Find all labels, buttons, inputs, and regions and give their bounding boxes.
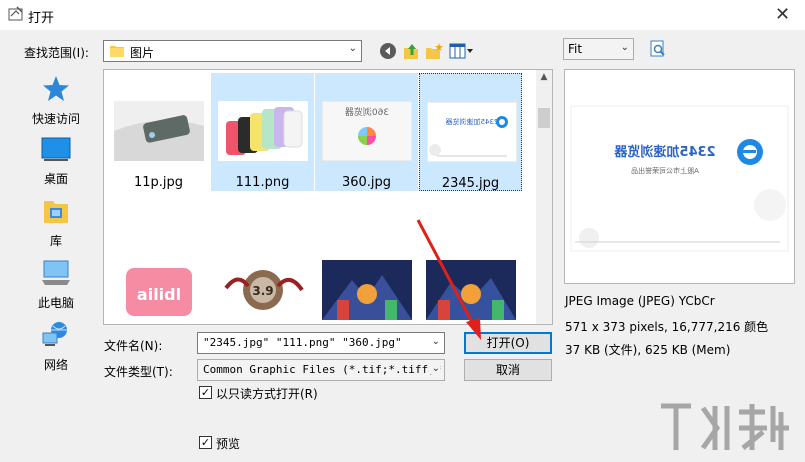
file-name: 111.png [235, 175, 290, 190]
up-folder-icon[interactable] [402, 42, 420, 60]
chevron-down-icon: ⌄ [620, 42, 629, 53]
desktop-icon [41, 137, 71, 161]
preview-checkbox[interactable]: ✓ [199, 436, 212, 449]
scrollbar-thumb[interactable] [538, 108, 550, 128]
file-name: 11p.jpg [133, 175, 184, 190]
filename-input[interactable]: "2345.jpg" "111.png" "360.jpg" ⌄ [197, 332, 445, 354]
file-thumbnail: 2345加速浏览器 [427, 102, 517, 162]
file-name: 360.jpg [341, 175, 392, 190]
preview-info-format: JPEG Image (JPEG) YCbCr [565, 294, 715, 308]
preview-image-text: 2345加速浏览器 [613, 144, 715, 160]
file-thumbnail: 3.9 [218, 260, 308, 320]
view-menu-icon[interactable] [449, 42, 475, 60]
file-thumbnail: 360浏览器 [322, 101, 412, 161]
window-title: 打开 [28, 11, 55, 26]
file-thumbnail: ailidl [114, 260, 204, 320]
title-bar: 打开 ✕ [0, 0, 805, 30]
new-folder-icon[interactable] [425, 42, 443, 60]
sidebar-item-label: 快速访问 [31, 112, 80, 126]
filetype-label: 文件类型(T): [104, 365, 173, 379]
star-icon [43, 76, 69, 101]
filetype-value: Common Graphic Files (*.tif;*.tiff;*. [203, 363, 445, 376]
filename-value: "2345.jpg" "111.png" "360.jpg" [203, 336, 402, 349]
places-sidebar: 快速访问 桌面 库 此电脑 网络 [18, 69, 94, 379]
lookin-combo[interactable]: 图片 ⌄ [103, 40, 362, 62]
preview-info-bytes: 37 KB (文件), 625 KB (Mem) [565, 343, 731, 357]
cancel-button[interactable]: 取消 [464, 359, 552, 381]
sidebar-item-label: 库 [49, 234, 62, 248]
file-thumbnail [218, 101, 308, 161]
file-list[interactable]: 11p.jpg 111.png 360浏览器 360.jpg 2345加速浏览器 [103, 69, 553, 325]
file-tile-6[interactable]: 3.9 [211, 248, 314, 324]
lookin-label: 查找范围(I): [24, 46, 89, 60]
folder-icon [110, 46, 124, 57]
thumb-r1-text: ailidl [137, 285, 181, 304]
file-list-scrollbar[interactable]: ▲ [536, 70, 552, 324]
thumb-2345-text: 2345加速浏览器 [446, 117, 499, 126]
close-button[interactable]: ✕ [760, 0, 805, 30]
filename-label: 文件名(N): [104, 339, 163, 353]
lookin-value: 图片 [130, 46, 155, 60]
chevron-down-icon[interactable]: ⌄ [429, 363, 440, 374]
file-thumbnail [322, 260, 412, 320]
file-tile-8[interactable] [419, 248, 522, 324]
open-button[interactable]: 打开(O) [464, 332, 552, 354]
sidebar-item-label: 网络 [43, 358, 68, 372]
chevron-down-icon[interactable]: ⌄ [432, 336, 440, 347]
scroll-up-icon[interactable]: ▲ [536, 72, 552, 82]
thumb-360-text: 360浏览器 [345, 106, 389, 118]
sidebar-item-quick-access[interactable]: 快速访问 [18, 75, 94, 127]
zoom-fit-select[interactable]: Fit ⌄ [563, 38, 634, 60]
filetype-select[interactable]: Common Graphic Files (*.tif;*.tiff;*. ⌄ [197, 359, 445, 381]
chevron-down-icon: ⌄ [348, 43, 357, 54]
sidebar-item-libraries[interactable]: 库 [18, 197, 94, 249]
open-folder-icon [8, 6, 23, 21]
file-tile-360[interactable]: 360浏览器 360.jpg [315, 73, 418, 191]
computer-icon [42, 260, 70, 285]
file-tile-2345[interactable]: 2345加速浏览器 2345.jpg [419, 73, 522, 191]
readonly-label: 以只读方式打开(R) [216, 387, 318, 401]
file-tile-11p[interactable]: 11p.jpg [107, 73, 210, 191]
preview-info-size: 571 x 373 pixels, 16,777,216 颜色 [565, 320, 769, 334]
network-icon [42, 322, 67, 346]
sidebar-item-this-pc[interactable]: 此电脑 [18, 259, 94, 311]
zoom-fit-value: Fit [568, 42, 583, 56]
file-tile-111[interactable]: 111.png [211, 73, 314, 191]
library-icon [44, 201, 68, 223]
preview-image-subtext: A股上市公司荣誉出品 [631, 166, 699, 175]
sidebar-item-label: 此电脑 [37, 296, 74, 310]
readonly-checkbox[interactable]: ✓ [199, 386, 212, 399]
thumb-r2-text: 3.9 [252, 284, 273, 298]
file-name: 2345.jpg [441, 176, 500, 191]
file-tile-5[interactable]: ailidl [107, 248, 210, 324]
sidebar-item-desktop[interactable]: 桌面 [18, 137, 94, 187]
file-thumbnail [114, 101, 204, 161]
preview-image: 2345加速浏览器 A股上市公司荣誉出品 [565, 70, 794, 283]
image-preview: 2345加速浏览器 A股上市公司荣誉出品 [564, 69, 795, 284]
preview-label: 预览 [216, 437, 241, 451]
zoom-preview-icon[interactable] [650, 40, 666, 58]
file-thumbnail [426, 260, 516, 320]
site-watermark-logo [661, 403, 789, 450]
sidebar-item-label: 桌面 [43, 172, 68, 186]
sidebar-item-network[interactable]: 网络 [18, 321, 94, 373]
back-icon[interactable] [379, 42, 397, 60]
file-tile-7[interactable] [315, 248, 418, 324]
